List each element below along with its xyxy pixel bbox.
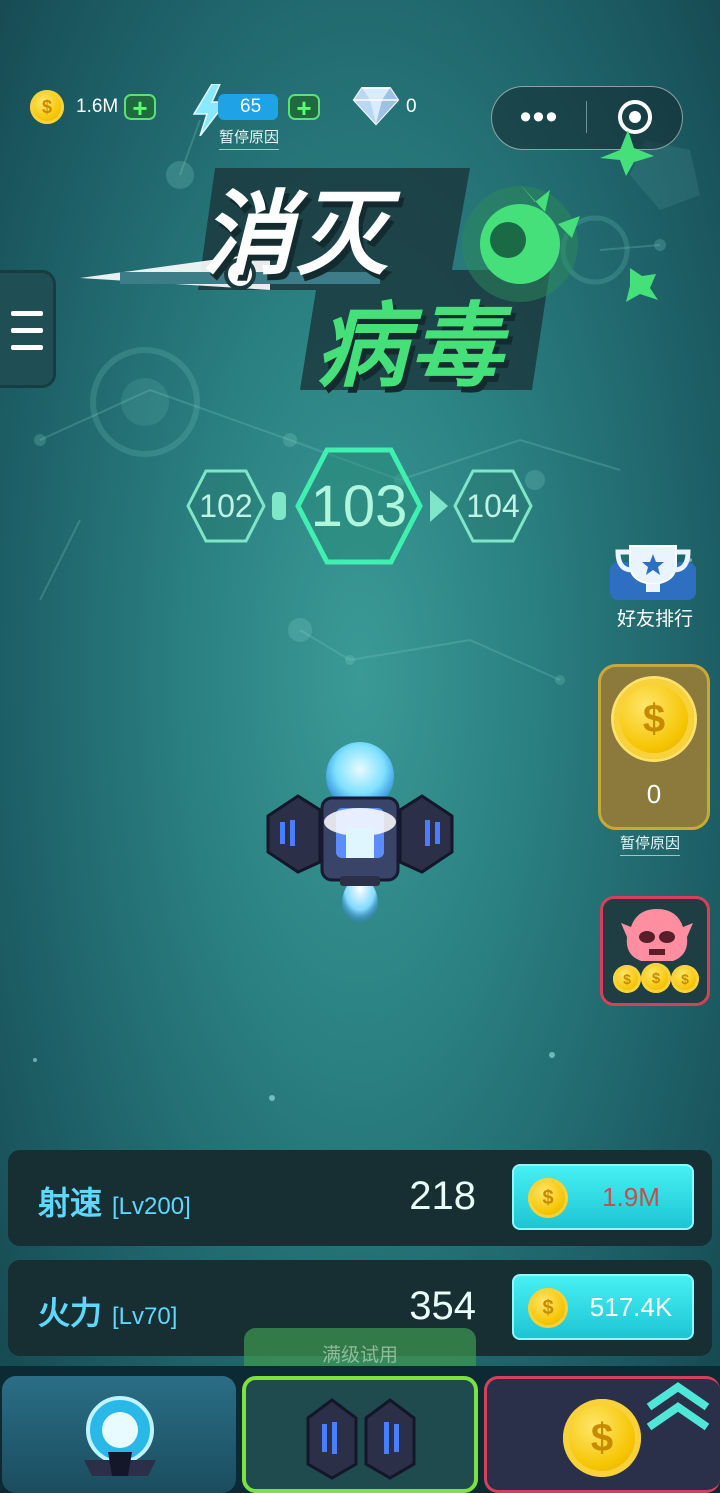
friend-rank-button[interactable]: 好友排行 [604,540,702,632]
upgrade-name-text: 火力 [38,1295,103,1331]
trial-label: 满级试用 [321,1344,398,1366]
trophy-icon [610,545,696,600]
upgrade-cost: 517.4K [589,1292,673,1322]
upgrade-firepower-button[interactable]: $ 517.4K [512,1274,694,1340]
menu-bar-icon [11,345,43,350]
big-coin-icon: $ [563,1399,641,1477]
coin-icon: $ [641,963,671,993]
upgrade-level: [Lv200] [112,1193,191,1220]
level-prev[interactable]: 102 [186,468,266,544]
add-coins-button[interactable]: + [124,94,156,121]
menu-bar-icon [11,311,43,316]
title-logo: 消灭 病毒 [80,160,640,400]
energy-count: 65 [240,96,262,117]
friend-rank-label: 好友排行 [616,609,693,630]
coin-reward-button[interactable]: $ 0 [598,664,710,830]
level-arrow-right-icon [430,490,448,522]
tab-wings[interactable] [242,1376,478,1493]
pink-virus-icon [621,909,693,961]
coin-icon: $ [528,1288,568,1328]
coin-icon: $ [528,1178,568,1218]
upgrade-row-fire-rate: 射速 [Lv200] 218 $ 1.9M [8,1150,712,1246]
upgrade-chevrons-icon [646,1382,710,1431]
upgrade-name: 射速 [Lv200] [38,1178,191,1224]
level-next[interactable]: 104 [453,468,533,544]
diamond-count: 0 [406,96,417,117]
title-line-2: 病毒 [316,296,505,398]
level-next-number: 104 [466,487,520,524]
upgrade-name: 火力 [Lv70] [38,1288,177,1334]
upgrade-value: 354 [409,1284,476,1328]
capsule-divider [586,101,587,133]
upgrade-value: 218 [409,1174,476,1218]
big-coin-icon: $ [614,679,694,759]
side-menu-button[interactable] [0,270,56,388]
diamond-icon [352,87,400,126]
coin-reward-note[interactable]: 暂停原因 [620,832,681,856]
level-current-number: 103 [310,473,408,539]
upgrade-name-text: 射速 [38,1185,103,1221]
coin-count: 1.6M [76,96,119,117]
upgrade-cost: 1.9M [602,1182,660,1212]
coin-reward-count: 0 [646,779,662,809]
energy-note[interactable]: 暂停原因 [219,126,280,150]
wing-parts-icon [306,1398,416,1480]
level-current[interactable]: 103 [294,446,424,566]
level-prev-number: 102 [199,487,253,524]
more-button[interactable]: ••• [492,87,586,147]
tab-coins[interactable]: $ [484,1376,720,1493]
level-connector-left [272,492,286,520]
coin-icon: $ [613,965,641,993]
upgrade-level: [Lv70] [112,1303,178,1330]
upgrade-fire-rate-button[interactable]: $ 1.9M [512,1164,694,1230]
coin-icon: $ [30,90,64,124]
player-spaceship [266,742,454,930]
more-dots-icon: ••• [519,98,559,136]
menu-bar-icon [11,328,43,333]
orb-turret-icon [84,1396,156,1476]
coin-icon: $ [671,965,699,993]
tab-cannon[interactable] [2,1376,236,1493]
virus-coins-button[interactable]: $ $ $ [600,896,710,1006]
add-energy-button[interactable]: + [288,94,320,121]
